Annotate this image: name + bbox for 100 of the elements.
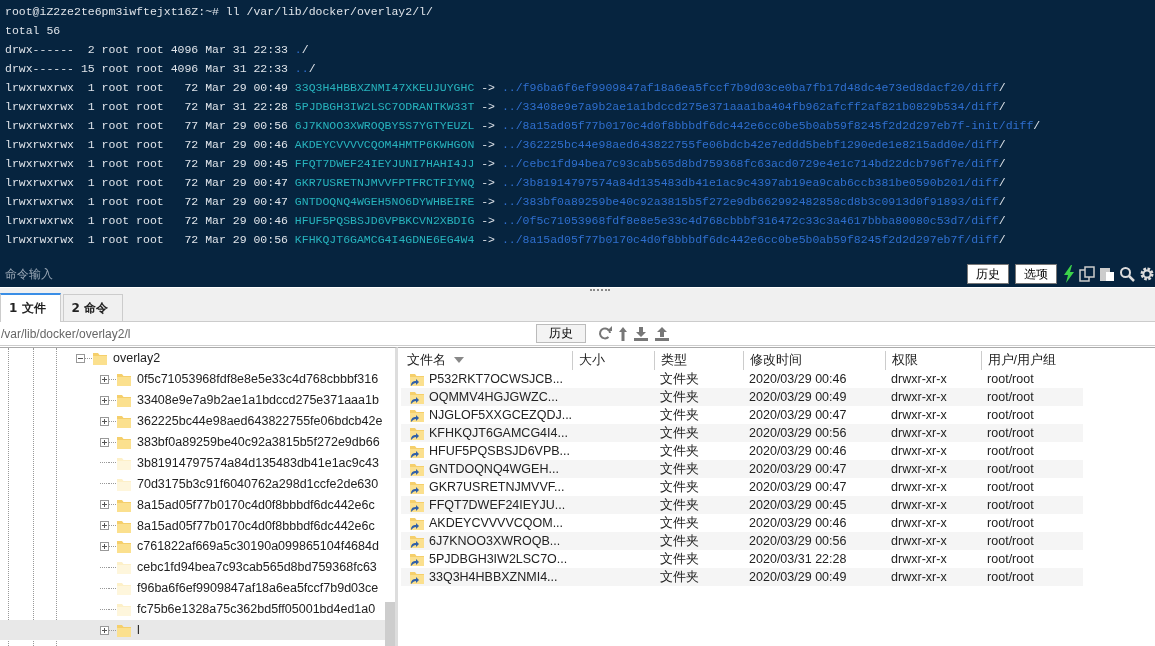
upload-icon[interactable] — [654, 325, 670, 342]
file-name[interactable]: NJGLOF5XXGCEZQDJ... — [429, 408, 573, 422]
expand-icon[interactable] — [100, 521, 109, 531]
table-cell: drwxr-xr-x — [885, 496, 982, 514]
terminal-line: lrwxrwxrwx 1 root root 72 Mar 31 22:28 5PJDBGH3IW2LSC7ODRANTKW33T -> ../33408e9e7a9b2ae1a1bdccd275e371aaa1ba404fb962afcff2af821b0829b534/diff/ — [5, 99, 1006, 115]
search-icon[interactable] — [1119, 265, 1135, 282]
table-cell: 文件夹 — [654, 388, 744, 406]
tree-item-label[interactable]: 362225bc44e98aed643822755fe06bdcb42e — [137, 414, 383, 429]
lightning-icon[interactable] — [1063, 264, 1075, 283]
tree-item-label[interactable]: l — [137, 623, 140, 637]
column-header[interactable]: 文件名 — [401, 351, 573, 370]
tree-item-label[interactable]: overlay2 — [113, 351, 161, 366]
tree-item-label[interactable]: c761822af669a5c30190a099865104f4684d — [137, 539, 379, 554]
scrollbar-thumb[interactable] — [385, 602, 395, 646]
column-header[interactable]: 权限 — [885, 351, 982, 370]
table-cell: drwxr-xr-x — [885, 460, 982, 478]
expand-icon[interactable] — [100, 625, 109, 635]
tree-item-label[interactable]: 8a15ad05f77b0170c4d0f8bbbdf6dc442e6c — [137, 497, 375, 512]
table-cell: 文件夹 — [654, 532, 744, 550]
tree-item-label[interactable]: 383bf0a89259be40c92a3815b5f272e9db66 — [137, 435, 380, 449]
table-cell: 文件夹 — [654, 370, 744, 388]
table-cell: root/root — [981, 532, 1083, 550]
file-name[interactable]: HFUF5PQSBSJD6VPB... — [429, 444, 570, 458]
linked-folder-icon — [409, 479, 425, 495]
table-cell: drwxr-xr-x — [885, 442, 982, 460]
expand-icon[interactable] — [100, 500, 109, 510]
terminal-line: lrwxrwxrwx 1 root root 72 Mar 29 00:46 AKDEYCVVVVCQOM4HMTP6KWHGON -> ../362225bc44e98aed643822755fe06bdcb42e7eddd5bebf1290ede1e8215add0e/diff/ — [5, 137, 1006, 153]
linked-folder-icon — [409, 461, 425, 477]
tree-item-label[interactable]: 8a15ad05f77b0170c4d0f8bbbdf6dc442e6c — [137, 518, 375, 533]
folder-icon — [116, 622, 132, 638]
sort-down-icon[interactable] — [454, 356, 464, 364]
terminal-line: root@iZ2ze2te6pm3iwftejxt16Z:~# ll /var/lib/docker/overlay2/l/ — [5, 4, 433, 20]
file-name[interactable]: AKDEYCVVVVCQOM... — [429, 516, 564, 530]
column-header[interactable]: 修改时间 — [743, 351, 886, 370]
table-cell: 2020/03/29 00:47 — [743, 460, 886, 478]
file-name[interactable]: 5PJDBGH3IW2LSC7O... — [429, 552, 568, 566]
folder-icon — [116, 392, 132, 409]
table-cell: 文件夹 — [654, 550, 744, 568]
table-cell: 2020/03/29 00:47 — [743, 478, 886, 496]
folder-icon — [92, 350, 108, 367]
table-cell: 文件夹 — [654, 406, 744, 424]
tree-item-label[interactable]: f96ba6f6ef9909847af18a6ea5fccf7b9d03ce — [137, 581, 379, 596]
tree-item-label[interactable]: fc75b6e1328a75c362bd5ff05001bd4ed1a0 — [137, 602, 376, 617]
collapse-icon[interactable] — [76, 353, 85, 363]
terminal-line: drwx------ 15 root root 4096 Mar 31 22:33 ../ — [5, 61, 316, 77]
up-arrow-icon[interactable] — [618, 325, 628, 342]
table-cell: root/root — [981, 388, 1083, 406]
terminal-line: lrwxrwxrwx 1 root root 72 Mar 29 00:56 KFHKQJT6GAMCG4I4GDNE6EG4W4 -> ../8a15ad05f77b0170c4d0f8bbbdf6dc442e6cc0be5b0ab59f8245f2d2d297eb7f/diff/ — [5, 232, 1006, 248]
table-cell: 2020/03/29 00:49 — [743, 568, 886, 586]
table-cell: drwxr-xr-x — [885, 370, 982, 388]
toolbar-button[interactable]: 选项 — [1015, 263, 1057, 284]
table-cell: 文件夹 — [654, 478, 744, 496]
settings-icon[interactable] — [1139, 265, 1155, 282]
terminal-line: drwx------ 2 root root 4096 Mar 31 22:33 ./ — [5, 42, 309, 58]
expand-icon[interactable] — [100, 437, 109, 447]
column-header[interactable]: 用户/用户组 — [981, 351, 1083, 370]
expand-icon[interactable] — [100, 374, 109, 384]
table-cell: 2020/03/29 00:56 — [743, 424, 886, 442]
file-name[interactable]: GKR7USRETNJMVVF... — [429, 480, 565, 494]
download-icon[interactable] — [633, 325, 649, 342]
column-header[interactable]: 类型 — [654, 351, 744, 370]
tree-item-label[interactable]: cebc1fd94bea7c93cab565d8bd759368fc63 — [137, 560, 377, 575]
command-input[interactable]: 命令输入 — [0, 260, 967, 288]
table-cell: root/root — [981, 568, 1083, 586]
folder-icon — [116, 434, 132, 450]
linked-folder-icon — [409, 407, 425, 423]
table-cell: 文件夹 — [654, 496, 744, 514]
terminal-line: lrwxrwxrwx 1 root root 72 Mar 29 00:47 GKR7USRETNJMVVFPTFRCTFIYNQ -> ../3b81914797574a84d135483db41e1ac9c4397ab19ea9cab6ccb381be0590b201/diff/ — [5, 175, 1006, 191]
linked-folder-icon — [409, 389, 425, 405]
tab[interactable]: 2 命令 — [62, 294, 124, 321]
paste-icon[interactable] — [1099, 265, 1115, 282]
file-name[interactable]: P532RKT7OCWSJCB... — [429, 372, 564, 386]
expand-icon[interactable] — [100, 541, 109, 551]
linked-folder-icon — [409, 515, 425, 531]
linked-folder-icon — [409, 443, 425, 459]
expand-icon[interactable] — [100, 395, 109, 405]
copy-icon[interactable] — [1079, 265, 1095, 282]
tree-item-label[interactable]: 0f5c71053968fdf8e8e5e33c4d768cbbbf316 — [137, 372, 379, 387]
toolbar-button[interactable]: 历史 — [967, 263, 1009, 284]
table-cell: drwxr-xr-x — [885, 514, 982, 532]
table-cell: root/root — [981, 550, 1083, 568]
refresh-icon[interactable] — [597, 325, 613, 342]
tree-item-label[interactable]: 3b81914797574a84d135483db41e1ac9c43 — [137, 455, 379, 470]
expand-icon[interactable] — [100, 416, 109, 426]
history-button[interactable]: 历史 — [536, 324, 586, 343]
tab[interactable]: 1 文件 — [0, 293, 61, 322]
folder-icon — [116, 413, 132, 430]
linked-folder-icon — [409, 533, 425, 549]
table-cell: 文件夹 — [654, 442, 744, 460]
folder-icon — [116, 371, 132, 388]
column-header[interactable]: 大小 — [572, 351, 655, 370]
table-cell: drwxr-xr-x — [885, 424, 982, 442]
terminal-line: total 56 — [5, 23, 61, 39]
table-cell: 2020/03/29 00:46 — [743, 514, 886, 532]
table-cell: 文件夹 — [654, 514, 744, 532]
terminal-line: lrwxrwxrwx 1 root root 72 Mar 29 00:45 FFQT7DWEF24IEYJUNI7HAHI4JJ -> ../cebc1fd94bea7c93cab565d8bd759368fc63acd0729e4e1c714bd22dcb796f7e/diff/ — [5, 156, 1006, 172]
table-cell: drwxr-xr-x — [885, 550, 982, 568]
tree-item-label[interactable]: 33408e9e7a9b2ae1a1bdccd275e371aaa1b — [137, 393, 379, 408]
tree-item-label[interactable]: 70d3175b3c91f6040762a298d1ccfe2de630 — [137, 476, 379, 491]
linked-folder-icon — [409, 569, 425, 585]
